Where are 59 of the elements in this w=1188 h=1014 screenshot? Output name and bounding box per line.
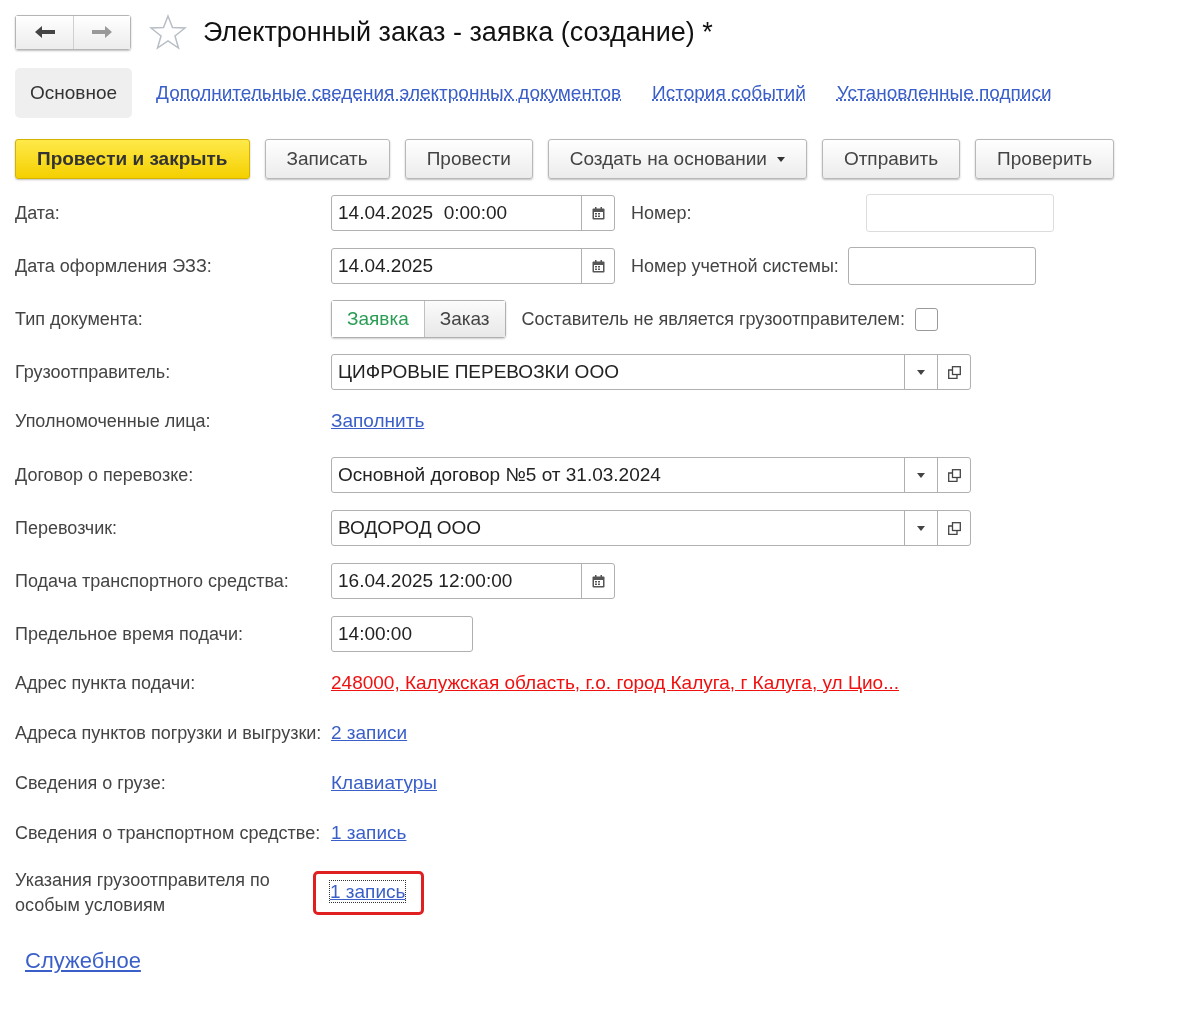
field-label: Номер учетной системы:	[631, 255, 839, 277]
tab[interactable]: История событий	[637, 68, 821, 118]
link[interactable]: Служебное	[25, 948, 141, 974]
input-field[interactable]	[847, 247, 1036, 285]
caret-icon	[917, 369, 925, 375]
menu-button[interactable]: Создать на основании	[547, 139, 807, 179]
field-label: Указания грузоотправителя по особым условиям	[15, 869, 271, 917]
field-label: Составитель не является грузоотправителем:	[521, 308, 905, 330]
field-label: Перевозчик:	[15, 516, 119, 540]
checkbox[interactable]	[914, 307, 938, 331]
open-window-icon	[947, 365, 961, 379]
select-field[interactable]: Основной договор №5 от 31.03.2024	[331, 457, 971, 493]
back-button[interactable]	[16, 15, 73, 49]
button[interactable]: Записать	[264, 139, 390, 179]
link[interactable]: 1 запись	[331, 822, 407, 844]
date-field[interactable]: 16.04.2025 12:00:00	[331, 563, 615, 599]
open-window-icon	[947, 468, 961, 482]
caret-icon	[776, 156, 785, 162]
toggle-option[interactable]: Заказ	[423, 301, 505, 337]
link[interactable]: 248000, Калужская область, г.о. город Калуга, г Калуга, ул Цио...	[331, 672, 899, 694]
tab[interactable]: Основное	[15, 68, 133, 118]
window-title: Электронный заказ - заявка (создание) *	[203, 16, 713, 48]
button[interactable]: Проверить	[975, 139, 1115, 179]
field-label: Договор о перевозке:	[15, 463, 195, 487]
link[interactable]: 2 записи	[331, 722, 408, 744]
field-label: Подача транспортного средства:	[15, 569, 290, 593]
date-field[interactable]: 14.04.2025 0:00:00	[331, 195, 615, 231]
star-icon[interactable]	[149, 14, 187, 50]
calendar-icon	[591, 259, 605, 273]
field-label: Номер:	[631, 202, 692, 224]
field-label: Тип документа:	[15, 307, 144, 331]
open-window-icon	[947, 521, 961, 535]
right-arrow-icon	[91, 25, 113, 39]
field-label: Грузоотправитель:	[15, 360, 172, 384]
field-label: Дата:	[15, 201, 61, 225]
button[interactable]: Отправить	[821, 139, 961, 179]
field-label: Сведения о грузе:	[15, 771, 167, 795]
caret-icon	[917, 472, 925, 478]
button[interactable]: Провести	[404, 139, 533, 179]
link[interactable]: Заполнить	[331, 410, 425, 432]
field-label: Сведения о транспортном средстве:	[15, 821, 322, 845]
link[interactable]: Клавиатуры	[331, 772, 437, 794]
date-field[interactable]: 14.04.2025	[331, 248, 615, 284]
calendar-icon	[591, 574, 605, 588]
link[interactable]: 1 запись	[330, 881, 406, 902]
field-label: Уполномоченные лица:	[15, 409, 212, 433]
tab[interactable]: Установленные подписи	[821, 68, 1067, 118]
field-label: Адрес пункта подачи:	[15, 671, 197, 695]
calendar-icon	[591, 206, 605, 220]
button[interactable]: Провести и закрыть	[15, 139, 250, 179]
field-label: Дата оформления ЭЗЗ:	[15, 254, 213, 278]
left-arrow-icon	[33, 25, 56, 39]
tab[interactable]: Дополнительные сведения электронных документов	[141, 68, 637, 118]
field-label: Предельное время подачи:	[15, 622, 244, 646]
caret-icon	[917, 525, 925, 531]
select-field[interactable]: ЦИФРОВЫЕ ПЕРЕВОЗКИ ООО	[331, 354, 971, 390]
time-field[interactable]: 14:00:00	[331, 616, 473, 652]
field-label: Адреса пунктов погрузки и выгрузки:	[15, 721, 323, 745]
select-field[interactable]: ВОДОРОД ООО	[331, 510, 971, 546]
